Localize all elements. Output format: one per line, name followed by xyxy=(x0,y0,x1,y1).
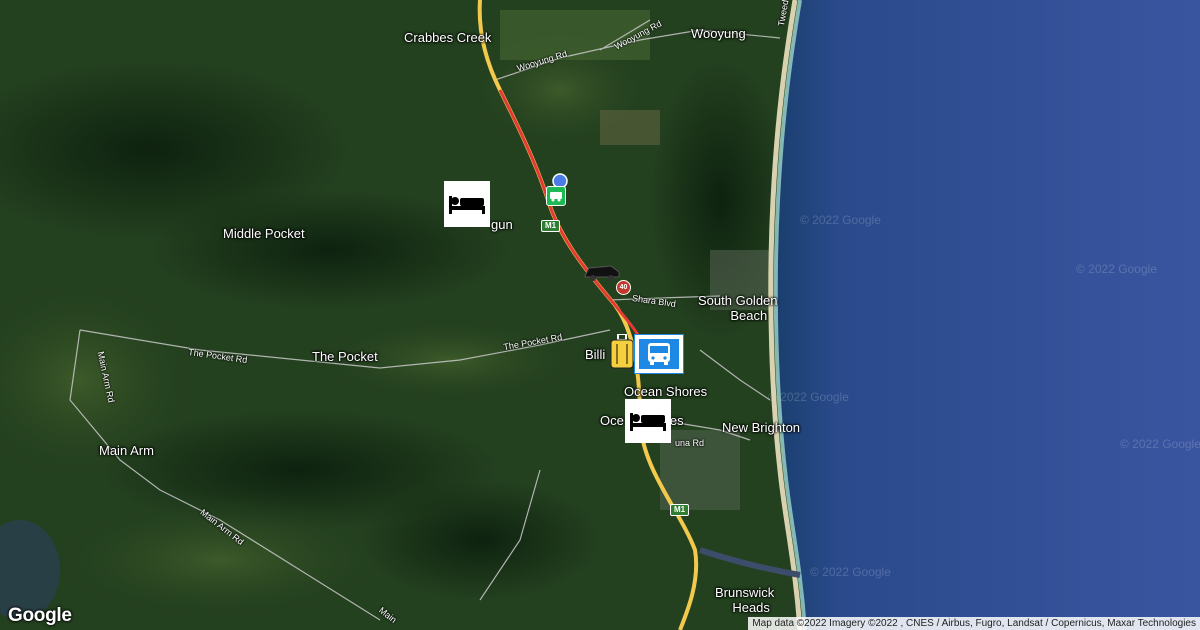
map-watermark: © 2022 Google xyxy=(768,390,849,404)
place-label-brunswick-heads[interactable]: Brunswick Heads xyxy=(715,585,774,615)
luggage-icon[interactable] xyxy=(610,333,634,370)
hotel-icon[interactable] xyxy=(625,399,671,443)
speed-limit-badge: 40 xyxy=(616,280,631,295)
ocean xyxy=(775,0,1200,630)
place-label-wooyung[interactable]: Wooyung xyxy=(691,26,746,41)
place-label-part: es xyxy=(669,413,684,428)
map-attribution[interactable]: Map data ©2022 Imagery ©2022 , CNES / Ai… xyxy=(748,617,1200,630)
map-watermark: © 2022 Google xyxy=(1076,262,1157,276)
satellite-map[interactable] xyxy=(0,0,1200,630)
hotel-icon[interactable] xyxy=(444,181,490,227)
camper-icon[interactable] xyxy=(546,186,566,206)
place-label-line: Beach xyxy=(730,308,768,323)
map-watermark: © 2022 Google xyxy=(1120,437,1200,451)
map-watermark: © 2022 Google xyxy=(810,565,891,579)
m1-shield: M1 xyxy=(670,504,690,516)
place-label-line: Brunswick xyxy=(715,585,775,600)
place-label-main-arm[interactable]: Main Arm xyxy=(99,443,154,458)
place-label-crabbes-creek[interactable]: Crabbes Creek xyxy=(404,30,491,45)
place-label-new-brighton[interactable]: New Brighton xyxy=(722,420,800,435)
place-label-line: South Golden xyxy=(698,293,778,308)
place-label-line: Heads xyxy=(732,600,770,615)
google-logo[interactable]: Google xyxy=(8,605,72,627)
place-label-mooball[interactable]: gun xyxy=(491,217,513,232)
road-label: una Rd xyxy=(675,438,705,448)
bus-icon[interactable] xyxy=(634,334,684,374)
place-label-billinudgel[interactable]: Billi xyxy=(585,347,605,362)
place-label-ocean-shores[interactable]: Ocean Shores xyxy=(624,384,707,399)
map-watermark: © 2022 Google xyxy=(800,213,881,227)
car-icon[interactable] xyxy=(583,262,621,282)
place-label-the-pocket[interactable]: The Pocket xyxy=(312,349,378,364)
place-label-south-golden-beach[interactable]: South Golden Beach xyxy=(698,293,778,323)
place-label-part: Oce xyxy=(600,413,624,428)
m1-shield: M1 xyxy=(541,220,561,232)
place-label-middle-pocket[interactable]: Middle Pocket xyxy=(223,226,305,241)
